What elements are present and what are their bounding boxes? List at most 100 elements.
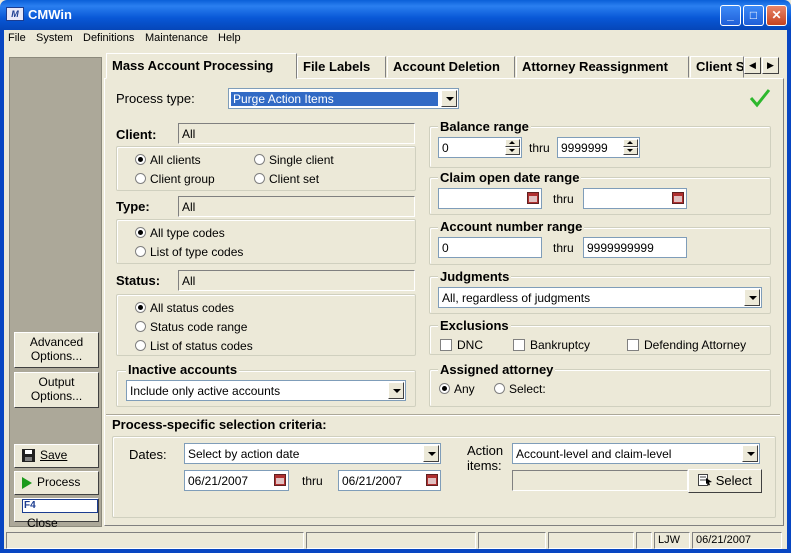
- exclusions-title: Exclusions: [438, 318, 511, 333]
- type-label: Type:: [116, 199, 150, 214]
- type-value-field: All: [178, 196, 415, 217]
- radio-client-group[interactable]: Client group: [135, 172, 215, 186]
- balance-range-title: Balance range: [438, 119, 531, 134]
- chevron-down-icon[interactable]: [441, 90, 457, 107]
- client-label: Client:: [116, 127, 157, 142]
- menu-bar: File System Definitions Maintenance Help: [0, 30, 791, 48]
- claim-date-thru-label: thru: [553, 192, 574, 206]
- date-thru-label: thru: [302, 474, 323, 488]
- menu-maintenance[interactable]: Maintenance: [145, 32, 208, 44]
- chevron-down-icon[interactable]: [423, 445, 439, 462]
- chevron-down-icon[interactable]: [388, 382, 404, 399]
- minimize-button[interactable]: _: [720, 5, 741, 26]
- checkmark-icon: [749, 89, 771, 108]
- sidebar: Advanced Options... Output Options... Sa…: [9, 57, 102, 530]
- status-cell: [6, 532, 304, 549]
- radio-all-clients[interactable]: All clients: [135, 153, 201, 167]
- tab-client-s[interactable]: Client S: [690, 56, 744, 78]
- criteria-title: Process-specific selection criteria:: [112, 417, 327, 432]
- close-window-button[interactable]: ✕: [766, 5, 787, 26]
- balance-from-input[interactable]: 0: [438, 137, 522, 158]
- menu-definitions[interactable]: Definitions: [83, 32, 134, 44]
- tab-scroll-right-button[interactable]: ▶: [762, 57, 779, 74]
- advanced-options-button[interactable]: Advanced Options...: [14, 332, 99, 368]
- menu-help[interactable]: Help: [218, 32, 241, 44]
- divider: [106, 414, 780, 415]
- radio-list-of-type-codes[interactable]: List of type codes: [135, 245, 243, 259]
- radio-client-set[interactable]: Client set: [254, 172, 319, 186]
- radio-all-status-codes[interactable]: All status codes: [135, 301, 234, 315]
- floppy-disk-icon: [22, 449, 35, 463]
- action-items-select[interactable]: Account-level and claim-level: [512, 443, 760, 464]
- calendar-icon[interactable]: [672, 192, 684, 204]
- radio-status-code-range[interactable]: Status code range: [135, 320, 247, 334]
- maximize-button[interactable]: □: [743, 5, 764, 26]
- app-icon: M: [6, 7, 24, 21]
- status-user: LJW: [654, 532, 690, 549]
- balance-to-spinner[interactable]: [623, 139, 638, 156]
- dates-label: Dates:: [129, 447, 167, 462]
- select-list-icon: [698, 474, 713, 486]
- client-value-field: All: [178, 123, 415, 144]
- action-items-field: [512, 470, 688, 491]
- status-cell: [636, 532, 652, 549]
- process-type-label: Process type:: [116, 91, 195, 106]
- tab-attorney-reassignment[interactable]: Attorney Reassignment: [516, 56, 689, 78]
- select-action-items-button[interactable]: Select: [688, 469, 762, 493]
- date-to-input[interactable]: 06/21/2007: [338, 470, 441, 491]
- account-number-thru-label: thru: [553, 241, 574, 255]
- checkbox-defending-attorney[interactable]: Defending Attorney: [627, 338, 746, 352]
- checkbox-dnc[interactable]: DNC: [440, 338, 483, 352]
- claim-open-date-title: Claim open date range: [438, 170, 582, 185]
- account-number-to-input[interactable]: 9999999999: [583, 237, 687, 258]
- claim-date-to-input[interactable]: [583, 188, 687, 209]
- f4-key-icon: F4: [22, 499, 98, 513]
- title-bar[interactable]: M CMWin _ □ ✕: [0, 0, 791, 30]
- play-arrow-icon: [22, 476, 32, 489]
- balance-from-spinner[interactable]: [505, 139, 520, 156]
- save-button[interactable]: Save: [14, 444, 99, 468]
- radio-attorney-select[interactable]: Select:: [494, 382, 546, 396]
- menu-system[interactable]: System: [36, 32, 73, 44]
- action-items-label: Action items:: [467, 443, 504, 473]
- chevron-down-icon[interactable]: [744, 289, 760, 306]
- radio-single-client[interactable]: Single client: [254, 153, 334, 167]
- calendar-icon[interactable]: [426, 474, 438, 486]
- status-date: 06/21/2007: [692, 532, 782, 549]
- tab-mass-account-processing[interactable]: Mass Account Processing: [106, 53, 297, 79]
- close-button[interactable]: F4 Close: [14, 498, 99, 530]
- radio-list-of-status-codes[interactable]: List of status codes: [135, 339, 253, 353]
- inactive-accounts-title: Inactive accounts: [126, 362, 240, 377]
- chevron-down-icon[interactable]: [742, 445, 758, 462]
- account-number-from-input[interactable]: 0: [438, 237, 542, 258]
- date-from-input[interactable]: 06/21/2007: [184, 470, 289, 491]
- radio-attorney-any[interactable]: Any: [439, 382, 475, 396]
- calendar-icon[interactable]: [527, 192, 539, 204]
- radio-all-type-codes[interactable]: All type codes: [135, 226, 225, 240]
- inactive-accounts-select[interactable]: Include only active accounts: [126, 380, 406, 401]
- status-value-field: All: [178, 270, 415, 291]
- tab-file-labels[interactable]: File Labels: [297, 56, 386, 78]
- menu-file[interactable]: File: [8, 32, 26, 44]
- checkbox-bankruptcy[interactable]: Bankruptcy: [513, 338, 590, 352]
- balance-thru-label: thru: [529, 141, 550, 155]
- judgments-select[interactable]: All, regardless of judgments: [438, 287, 762, 308]
- process-button[interactable]: Process: [14, 471, 99, 495]
- assigned-attorney-title: Assigned attorney: [438, 362, 556, 377]
- output-options-button[interactable]: Output Options...: [14, 372, 99, 408]
- account-number-range-title: Account number range: [438, 219, 585, 234]
- judgments-title: Judgments: [438, 269, 512, 284]
- tab-account-deletion[interactable]: Account Deletion: [387, 56, 515, 78]
- status-cell: [306, 532, 476, 549]
- tab-scroll-left-button[interactable]: ◀: [744, 57, 761, 74]
- calendar-icon[interactable]: [274, 474, 286, 486]
- dates-select[interactable]: Select by action date: [184, 443, 441, 464]
- process-type-select[interactable]: Purge Action Items: [228, 88, 459, 109]
- status-bar: LJW 06/21/2007: [4, 531, 787, 549]
- window-title: CMWin: [28, 7, 72, 22]
- status-cell: [478, 532, 546, 549]
- claim-date-from-input[interactable]: [438, 188, 542, 209]
- status-cell: [548, 532, 634, 549]
- balance-to-input[interactable]: 9999999: [557, 137, 640, 158]
- status-label: Status:: [116, 273, 161, 288]
